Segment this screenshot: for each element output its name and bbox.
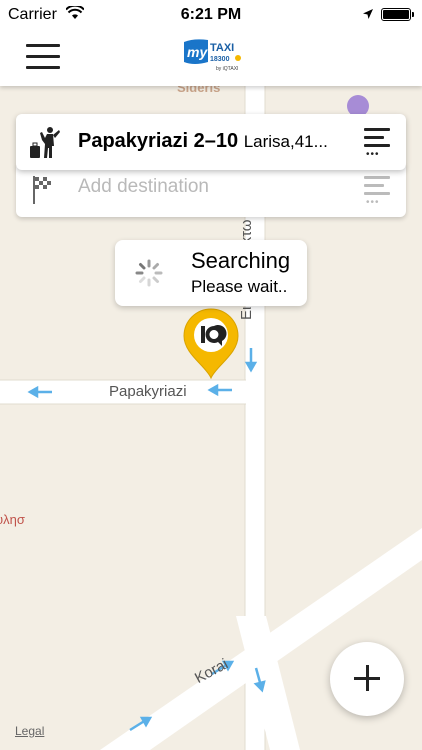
app-header: my TAXI 18300 by iQTAXI <box>0 30 422 86</box>
pickup-card[interactable]: Papakyriazi 2–10 Larisa,41... ••• <box>16 114 406 170</box>
pickup-address[interactable]: Papakyriazi 2–10 Larisa,41... <box>78 130 358 153</box>
destination-card[interactable]: Add destination ••• <box>16 162 406 217</box>
battery-icon <box>381 8 414 21</box>
checkered-flag-icon <box>33 176 51 204</box>
svg-text:TAXI: TAXI <box>210 42 234 54</box>
status-bar: Carrier 6:21 PM <box>0 0 422 30</box>
hitchhiker-icon <box>30 127 60 158</box>
pickup-city: Larisa,41... <box>243 132 328 151</box>
map-label-poi-line1: υλησ <box>0 512 25 527</box>
searching-title: Searching <box>191 248 291 273</box>
svg-text:my: my <box>187 44 208 60</box>
clock: 6:21 PM <box>180 6 242 23</box>
destination-list-button[interactable]: ••• <box>364 176 390 208</box>
location-arrow-icon <box>363 9 373 19</box>
pickup-list-button[interactable]: ••• <box>364 128 390 160</box>
map-label-papakyriazi: Papakyriazi <box>109 383 187 400</box>
menu-button[interactable] <box>26 42 60 72</box>
svg-text:by iQTAXI: by iQTAXI <box>216 66 238 72</box>
pickup-street: Papakyriazi 2–10 <box>78 130 239 152</box>
svg-text:18300: 18300 <box>210 56 230 63</box>
loading-spinner-icon <box>135 259 163 287</box>
legal-link[interactable]: Legal <box>15 724 44 738</box>
add-button[interactable] <box>330 642 404 716</box>
map-label-poi: υλησ ι <box>0 512 25 542</box>
destination-placeholder[interactable]: Add destination <box>78 176 209 198</box>
searching-bubble: Searching Please wait.. <box>115 240 307 306</box>
map-label-poi-line2: ι <box>0 527 25 542</box>
pickup-marker-icon[interactable] <box>182 308 240 380</box>
mytaxi-logo: my TAXI 18300 by iQTAXI <box>184 39 241 72</box>
searching-subtitle: Please wait.. <box>191 277 288 296</box>
